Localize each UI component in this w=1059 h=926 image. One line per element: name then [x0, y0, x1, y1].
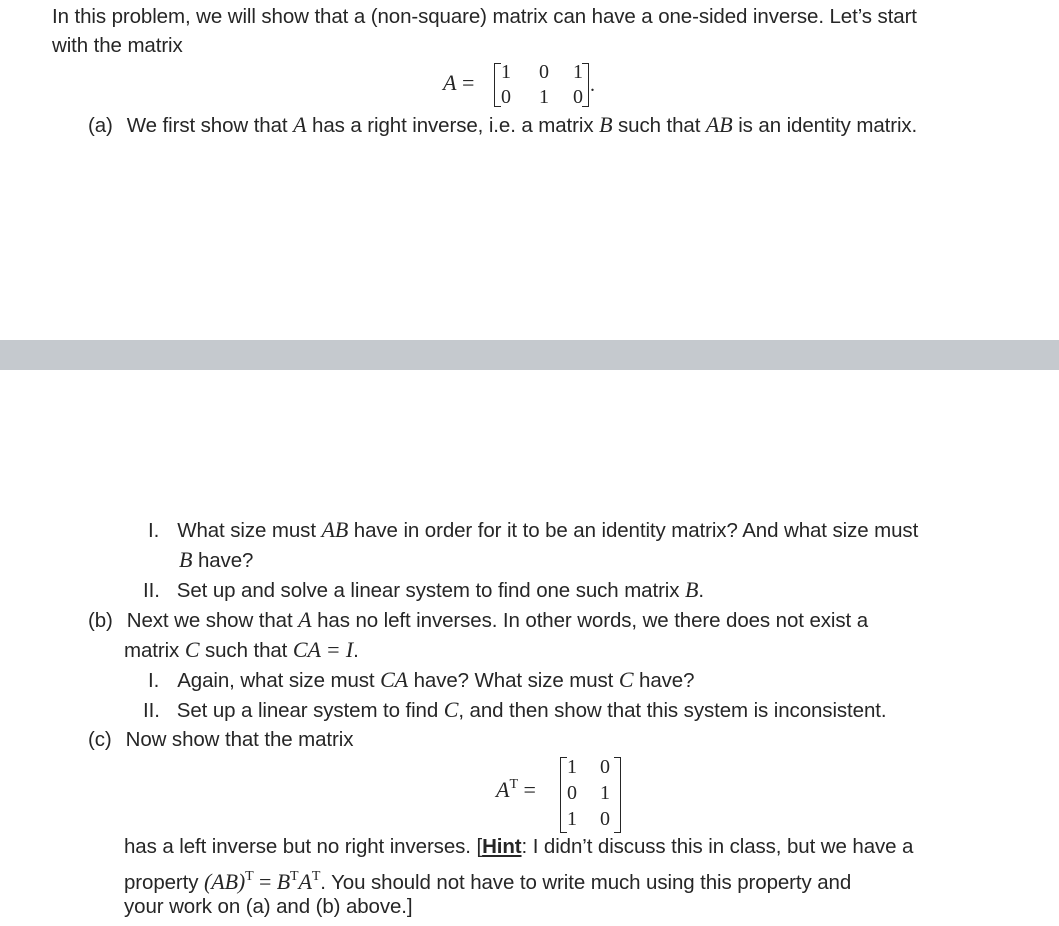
part-a-subq-2: II. Set up and solve a linear system to f…	[143, 575, 704, 606]
roman-numeral: I.	[148, 519, 160, 542]
roman-numeral: II.	[143, 579, 160, 602]
matrix-a-cell: 0	[539, 61, 549, 83]
part-c-line-4: your work on (a) and (b) above.]	[124, 895, 413, 918]
part-c-text: property	[124, 871, 204, 894]
equals-sign: =	[456, 70, 475, 95]
part-b-label: (b)	[88, 609, 113, 632]
matrix-a-symbol: A	[443, 70, 457, 95]
matrix-symbol: A	[496, 777, 510, 802]
transpose-superscript: T	[509, 777, 519, 792]
part-c-line-2: has a left inverse but no right inverses…	[124, 832, 913, 862]
right-bracket	[614, 757, 621, 833]
part-b-text: such that	[199, 639, 293, 662]
math-var: B	[599, 112, 613, 137]
math-var: A	[293, 112, 307, 137]
part-c-text: Now show that the matrix	[125, 728, 354, 751]
math-expression: CA = I	[292, 637, 354, 662]
math-var: C	[618, 667, 634, 692]
part-c-prompt: (c) Now show that the matrix	[88, 725, 353, 755]
page-separator-bar	[0, 340, 1059, 370]
transpose-superscript: T	[245, 869, 254, 884]
math-var: C	[443, 697, 459, 722]
matrix-at-cell: 1	[567, 756, 577, 778]
subq-text: .	[698, 579, 704, 602]
part-b-text: has no left inverses. In other words, we…	[311, 609, 869, 632]
math-var: B	[179, 547, 193, 572]
math-var: B	[685, 577, 699, 602]
matrix-at-cell: 0	[600, 808, 610, 830]
subq-text: Set up and solve a linear system to find…	[176, 579, 685, 602]
part-a-text: has a right inverse, i.e. a matrix	[306, 114, 600, 137]
part-b-prompt: (b) Next we show that A has no left inver…	[88, 605, 868, 636]
matrix-at-cell: 1	[567, 808, 577, 830]
subq-text: What size must	[177, 519, 322, 542]
intro-line-2: with the matrix	[52, 34, 183, 57]
transpose-superscript: T	[290, 869, 299, 884]
part-c-label: (c)	[88, 728, 112, 751]
part-a-subq-1: I. What size must AB have in order for it…	[148, 515, 918, 546]
period: .	[590, 74, 595, 96]
right-bracket	[582, 63, 589, 107]
matrix-at-cell: 0	[600, 756, 610, 778]
math-var: AB	[321, 517, 349, 542]
math-var: A	[298, 869, 312, 894]
subq-text: Again, what size must	[177, 669, 381, 692]
hint-label: Hint	[482, 835, 522, 858]
math-var: AB	[705, 112, 733, 137]
subq-text: have in order for it to be an identity m…	[348, 519, 919, 542]
math-var: CA	[380, 667, 409, 692]
part-b-text: matrix	[124, 639, 185, 662]
subq-text: have?	[633, 669, 695, 692]
matrix-at-cell: 1	[600, 782, 610, 804]
part-c-text: . You should not have to write much usin…	[320, 871, 852, 894]
subq-text: , and then show that this system is inco…	[458, 699, 887, 722]
subq-text: have?	[192, 549, 254, 572]
matrix-a-cell: 1	[539, 86, 549, 108]
intro-line-1: In this problem, we will show that a (no…	[52, 5, 917, 28]
subq-text: have? What size must	[408, 669, 619, 692]
part-a-text: is an identity matrix.	[732, 114, 918, 137]
matrix-a-equation: A = 1 0 1 0 1 0 .	[443, 60, 623, 112]
subq-text: Set up a linear system to find	[176, 699, 444, 722]
matrix-a-cell: 1	[501, 61, 511, 83]
part-c-text: : I didn’t discuss this in class, but we…	[521, 835, 914, 858]
part-b-text: Next we show that	[126, 609, 299, 632]
roman-numeral: II.	[143, 699, 160, 722]
part-a-prompt: (a) We first show that A has a right inve…	[88, 110, 917, 141]
part-a-text: We first show that	[126, 114, 294, 137]
math-var: B	[276, 869, 291, 894]
roman-numeral: I.	[148, 669, 160, 692]
matrix-a-transpose-equation: AT = 1 0 0 1 1 0	[496, 755, 646, 835]
part-a-subq-1-cont: B have?	[179, 545, 253, 576]
part-b-subq-1: I. Again, what size must CA have? What si…	[148, 665, 695, 696]
matrix-a-cell: 0	[501, 86, 511, 108]
part-c-text: has a left inverse but no right inverses…	[124, 835, 483, 858]
math-var: A	[298, 607, 312, 632]
part-a-text: such that	[612, 114, 706, 137]
equals-sign: =	[518, 777, 536, 802]
matrix-at-cell: 0	[567, 782, 577, 804]
part-b-text: .	[353, 639, 359, 662]
math-var: C	[184, 637, 200, 662]
equals-sign: =	[253, 869, 277, 894]
part-b-subq-2: II. Set up a linear system to find C, and…	[143, 695, 887, 726]
part-b-prompt-cont: matrix C such that CA = I.	[124, 635, 359, 666]
part-a-label: (a)	[88, 114, 113, 137]
math-expression: (AB)	[204, 869, 246, 894]
